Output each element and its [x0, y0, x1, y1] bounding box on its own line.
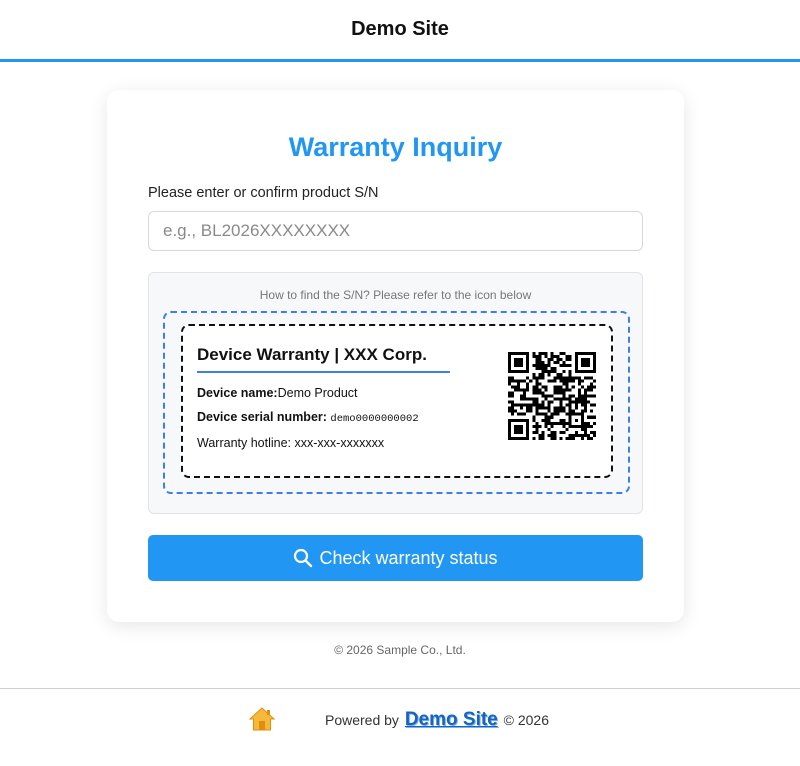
sample-label-frame: Device Warranty | XXX Corp. Device name:…	[163, 311, 630, 494]
check-warranty-button[interactable]: Check warranty status	[148, 535, 643, 581]
serial-label: Device serial number:	[197, 410, 327, 424]
serial-row: Device serial number: demo0000000002	[197, 410, 419, 425]
serial-value: demo0000000002	[330, 413, 419, 425]
home-icon[interactable]	[248, 705, 276, 733]
label-underline	[197, 371, 450, 373]
hotline-row: Warranty hotline: xxx-xxx-xxxxxxx	[197, 436, 385, 450]
help-hint: How to find the S/N? Please refer to the…	[259, 288, 532, 302]
copyright-text: © 2026 Sample Co., Ltd.	[334, 643, 466, 657]
sn-input[interactable]	[148, 211, 643, 251]
check-warranty-label: Check warranty status	[319, 547, 498, 568]
sn-help-box: How to find the S/N? Please refer to the…	[148, 272, 643, 514]
sn-label: Please enter or confirm product S/N	[148, 185, 379, 201]
label-heading: Device Warranty | XXX Corp.	[197, 345, 427, 364]
device-name-label: Device name:	[197, 386, 278, 400]
page-title: Warranty Inquiry	[288, 132, 503, 162]
powered-by-footer: Powered by Demo Site © 2026	[325, 709, 549, 731]
site-title: Demo Site	[351, 18, 449, 40]
device-name-value: Demo Product	[277, 386, 358, 400]
sample-warranty-label: Device Warranty | XXX Corp. Device name:…	[181, 324, 613, 478]
search-icon	[294, 548, 313, 568]
top-header: Demo Site	[0, 0, 800, 62]
footer-year: © 2026	[503, 712, 549, 728]
footer-divider	[0, 688, 800, 689]
warranty-card: Warranty Inquiry Please enter or confirm…	[107, 90, 684, 622]
powered-by-text: Powered by	[325, 712, 399, 728]
device-name-row: Device name:Demo Product	[197, 386, 358, 400]
qr-code-icon	[508, 352, 596, 440]
footer-site-link[interactable]: Demo Site	[405, 709, 498, 730]
